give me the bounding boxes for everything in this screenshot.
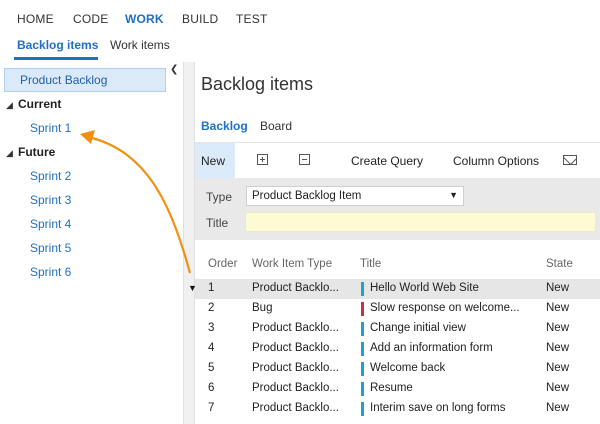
sprint-3-link[interactable]: Sprint 3 — [30, 193, 71, 207]
tree-group-label: Current — [18, 97, 62, 111]
page-title: Backlog items — [201, 74, 314, 94]
column-options-button[interactable]: Column Options — [453, 154, 539, 168]
cell-order: 4 — [208, 342, 215, 354]
cell-title: Resume — [370, 382, 413, 394]
work-item-color-bar — [361, 322, 364, 336]
cell-type: Product Backlo... — [252, 402, 338, 414]
table-row[interactable]: 6 Product Backlo... Resume New — [195, 379, 600, 399]
table-row[interactable]: 3 Product Backlo... Change initial view … — [195, 319, 600, 339]
nav-test[interactable]: TEST — [236, 12, 267, 26]
tree-group-label: Future — [18, 145, 56, 159]
active-tab-underline — [14, 57, 98, 60]
cell-title: Interim save on long forms — [370, 402, 506, 414]
tree-group-current[interactable]: ◢ Current — [6, 97, 61, 111]
cell-title: Slow response on welcome... — [370, 302, 520, 314]
pane-splitter[interactable] — [183, 62, 195, 424]
collapse-all-icon[interactable] — [299, 154, 310, 165]
cell-state: New — [546, 402, 570, 414]
table-row[interactable]: 7 Product Backlo... Interim save on long… — [195, 399, 600, 419]
tree-group-future[interactable]: ◢ Future — [6, 145, 55, 159]
type-select[interactable]: Product Backlog Item ▼ — [246, 186, 464, 206]
table-row[interactable]: 4 Product Backlo... Add an information f… — [195, 339, 600, 359]
sprint-4-link[interactable]: Sprint 4 — [30, 217, 71, 231]
sprint-2-link[interactable]: Sprint 2 — [30, 169, 71, 183]
cell-state: New — [546, 362, 570, 374]
expanded-triangle-icon: ◢ — [6, 100, 13, 110]
cell-type: Product Backlo... — [252, 382, 338, 394]
mail-icon[interactable] — [563, 155, 577, 165]
pivot-backlog[interactable]: Backlog — [201, 119, 248, 133]
sprint-5-link[interactable]: Sprint 5 — [30, 241, 71, 255]
main-content: Backlog items Backlog Board New Create Q… — [195, 62, 600, 424]
backlog-tree-pane: ❮ Product Backlog ◢ Current Sprint 1 ◢ Fut… — [0, 62, 183, 424]
cell-title: Welcome back — [370, 362, 446, 374]
cell-type: Product Backlo... — [252, 362, 338, 374]
new-button[interactable]: New — [195, 143, 235, 179]
expanded-triangle-icon: ◢ — [6, 148, 13, 158]
tree-item-label: Product Backlog — [20, 73, 108, 87]
create-query-button[interactable]: Create Query — [351, 154, 423, 168]
chevron-down-icon: ▼ — [449, 190, 458, 200]
column-header-work-item-type[interactable]: Work Item Type — [252, 258, 332, 270]
cell-type: Product Backlo... — [252, 342, 338, 354]
tab-work-items[interactable]: Work items — [110, 38, 170, 52]
tree-item-product-backlog[interactable]: Product Backlog — [4, 68, 166, 92]
nav-code[interactable]: CODE — [73, 12, 108, 26]
cell-type: Product Backlo... — [252, 322, 338, 334]
sprint-6-link[interactable]: Sprint 6 — [30, 265, 71, 279]
cell-title: Hello World Web Site — [370, 282, 479, 294]
drag-handle-triangle-icon[interactable]: ▼ — [188, 283, 197, 293]
collapse-pane-icon[interactable]: ❮ — [170, 64, 178, 75]
work-item-color-bar — [361, 342, 364, 356]
nav-build[interactable]: BUILD — [182, 12, 218, 26]
tab-backlog-items[interactable]: Backlog items — [17, 38, 98, 52]
sprint-1-link[interactable]: Sprint 1 — [30, 121, 71, 135]
cell-type: Product Backlo... — [252, 282, 338, 294]
cell-state: New — [546, 342, 570, 354]
cell-state: New — [546, 382, 570, 394]
expand-all-icon[interactable] — [257, 154, 268, 165]
nav-work[interactable]: WORK — [125, 12, 164, 26]
cell-order: 2 — [208, 302, 215, 314]
table-row[interactable]: 1 Product Backlo... Hello World Web Site… — [195, 279, 600, 299]
cell-state: New — [546, 322, 570, 334]
quick-add-panel: Type Product Backlog Item ▼ Title — [195, 178, 600, 240]
work-item-color-bar — [361, 402, 364, 416]
column-header-title[interactable]: Title — [360, 258, 381, 270]
title-label: Title — [206, 216, 229, 230]
cell-type: Bug — [252, 302, 273, 314]
work-item-color-bar — [361, 362, 364, 376]
work-item-color-bar — [361, 302, 364, 316]
top-navigation: HOME CODE WORK BUILD TEST — [0, 0, 600, 36]
cell-order: 5 — [208, 362, 215, 374]
work-item-color-bar — [361, 282, 364, 296]
type-label: Type — [206, 190, 233, 204]
cell-title: Add an information form — [370, 342, 493, 354]
grid-header: Order Work Item Type Title State — [195, 256, 600, 274]
cell-order: 1 — [208, 282, 215, 294]
column-header-state[interactable]: State — [546, 258, 573, 270]
new-button-label: New — [201, 154, 226, 168]
sub-navigation: Backlog items Work items — [0, 36, 600, 62]
type-select-value: Product Backlog Item — [252, 190, 362, 202]
column-header-order[interactable]: Order — [208, 258, 237, 270]
title-input[interactable] — [245, 212, 596, 232]
cell-title: Change initial view — [370, 322, 466, 334]
pivot-board[interactable]: Board — [260, 119, 292, 133]
work-item-color-bar — [361, 382, 364, 396]
table-row[interactable]: 2 Bug Slow response on welcome... New — [195, 299, 600, 319]
cell-state: New — [546, 282, 570, 294]
backlog-toolbar: New Create Query Column Options — [195, 142, 600, 179]
table-row[interactable]: 5 Product Backlo... Welcome back New — [195, 359, 600, 379]
cell-order: 7 — [208, 402, 215, 414]
cell-order: 6 — [208, 382, 215, 394]
cell-order: 3 — [208, 322, 215, 334]
cell-state: New — [546, 302, 570, 314]
nav-home[interactable]: HOME — [17, 12, 54, 26]
